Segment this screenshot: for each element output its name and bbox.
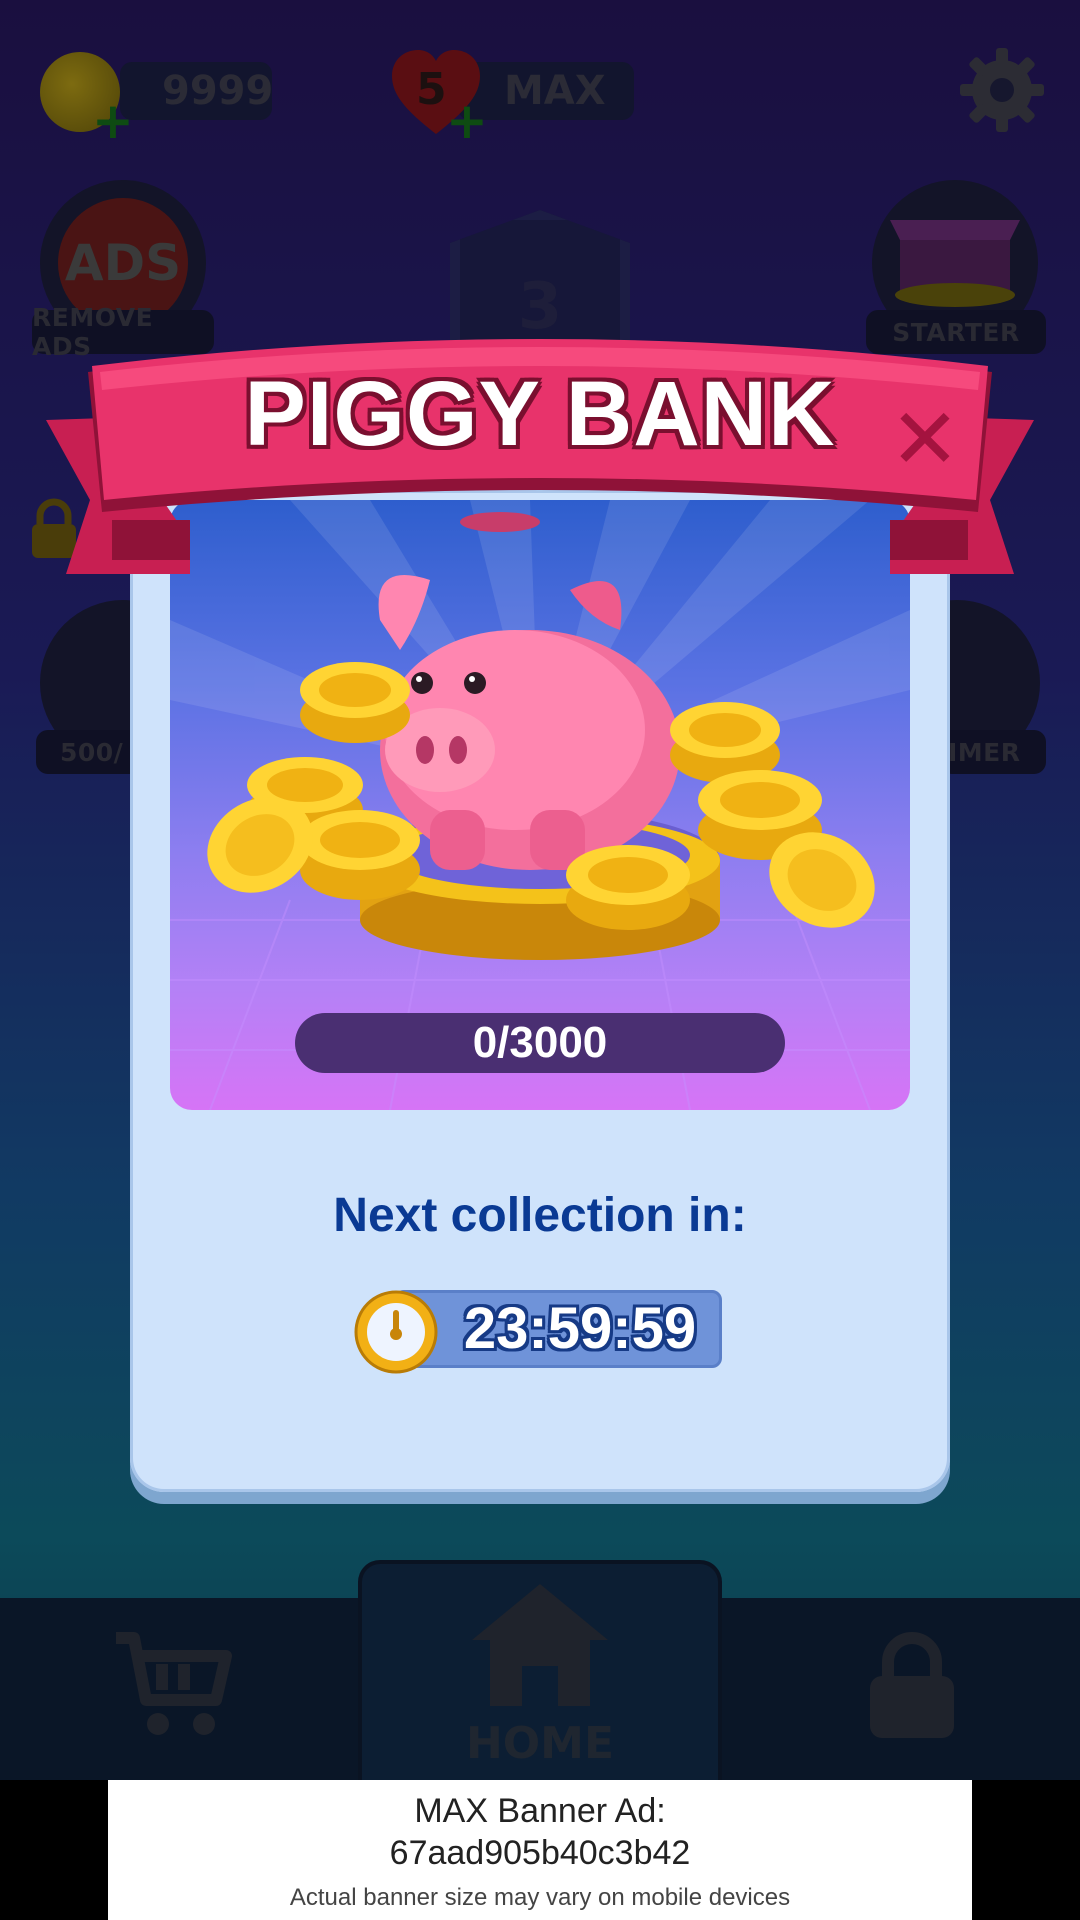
home-icon <box>472 1584 608 1706</box>
ad-title: MAX Banner Ad: <box>414 1792 666 1830</box>
stopwatch-icon <box>354 1290 438 1374</box>
cart-icon[interactable] <box>112 1630 232 1740</box>
countdown-timer: 23:59:59 <box>463 1296 697 1361</box>
piggy-bank-progress: 0/3000 <box>295 1013 785 1073</box>
ad-note: Actual banner size may vary on mobile de… <box>289 1884 791 1911</box>
close-icon: ✕ <box>889 390 961 488</box>
dialog-title: PIGGY BANK <box>244 363 836 465</box>
ad-side-left <box>0 1780 108 1920</box>
ad-side-right <box>972 1780 1080 1920</box>
close-button[interactable]: ✕ <box>886 397 964 481</box>
ad-id: 67aad905b40c3b42 <box>389 1834 691 1872</box>
lock-icon[interactable] <box>866 1632 958 1740</box>
next-collection-label: Next collection in: <box>333 1189 747 1242</box>
home-label: HOME <box>465 1718 615 1769</box>
title-ribbon <box>46 339 1034 574</box>
banner-ad[interactable]: MAX Banner Ad: 67aad905b40c3b42 Actual b… <box>108 1780 972 1920</box>
timer-shortcut-label: IMER <box>940 730 1046 774</box>
